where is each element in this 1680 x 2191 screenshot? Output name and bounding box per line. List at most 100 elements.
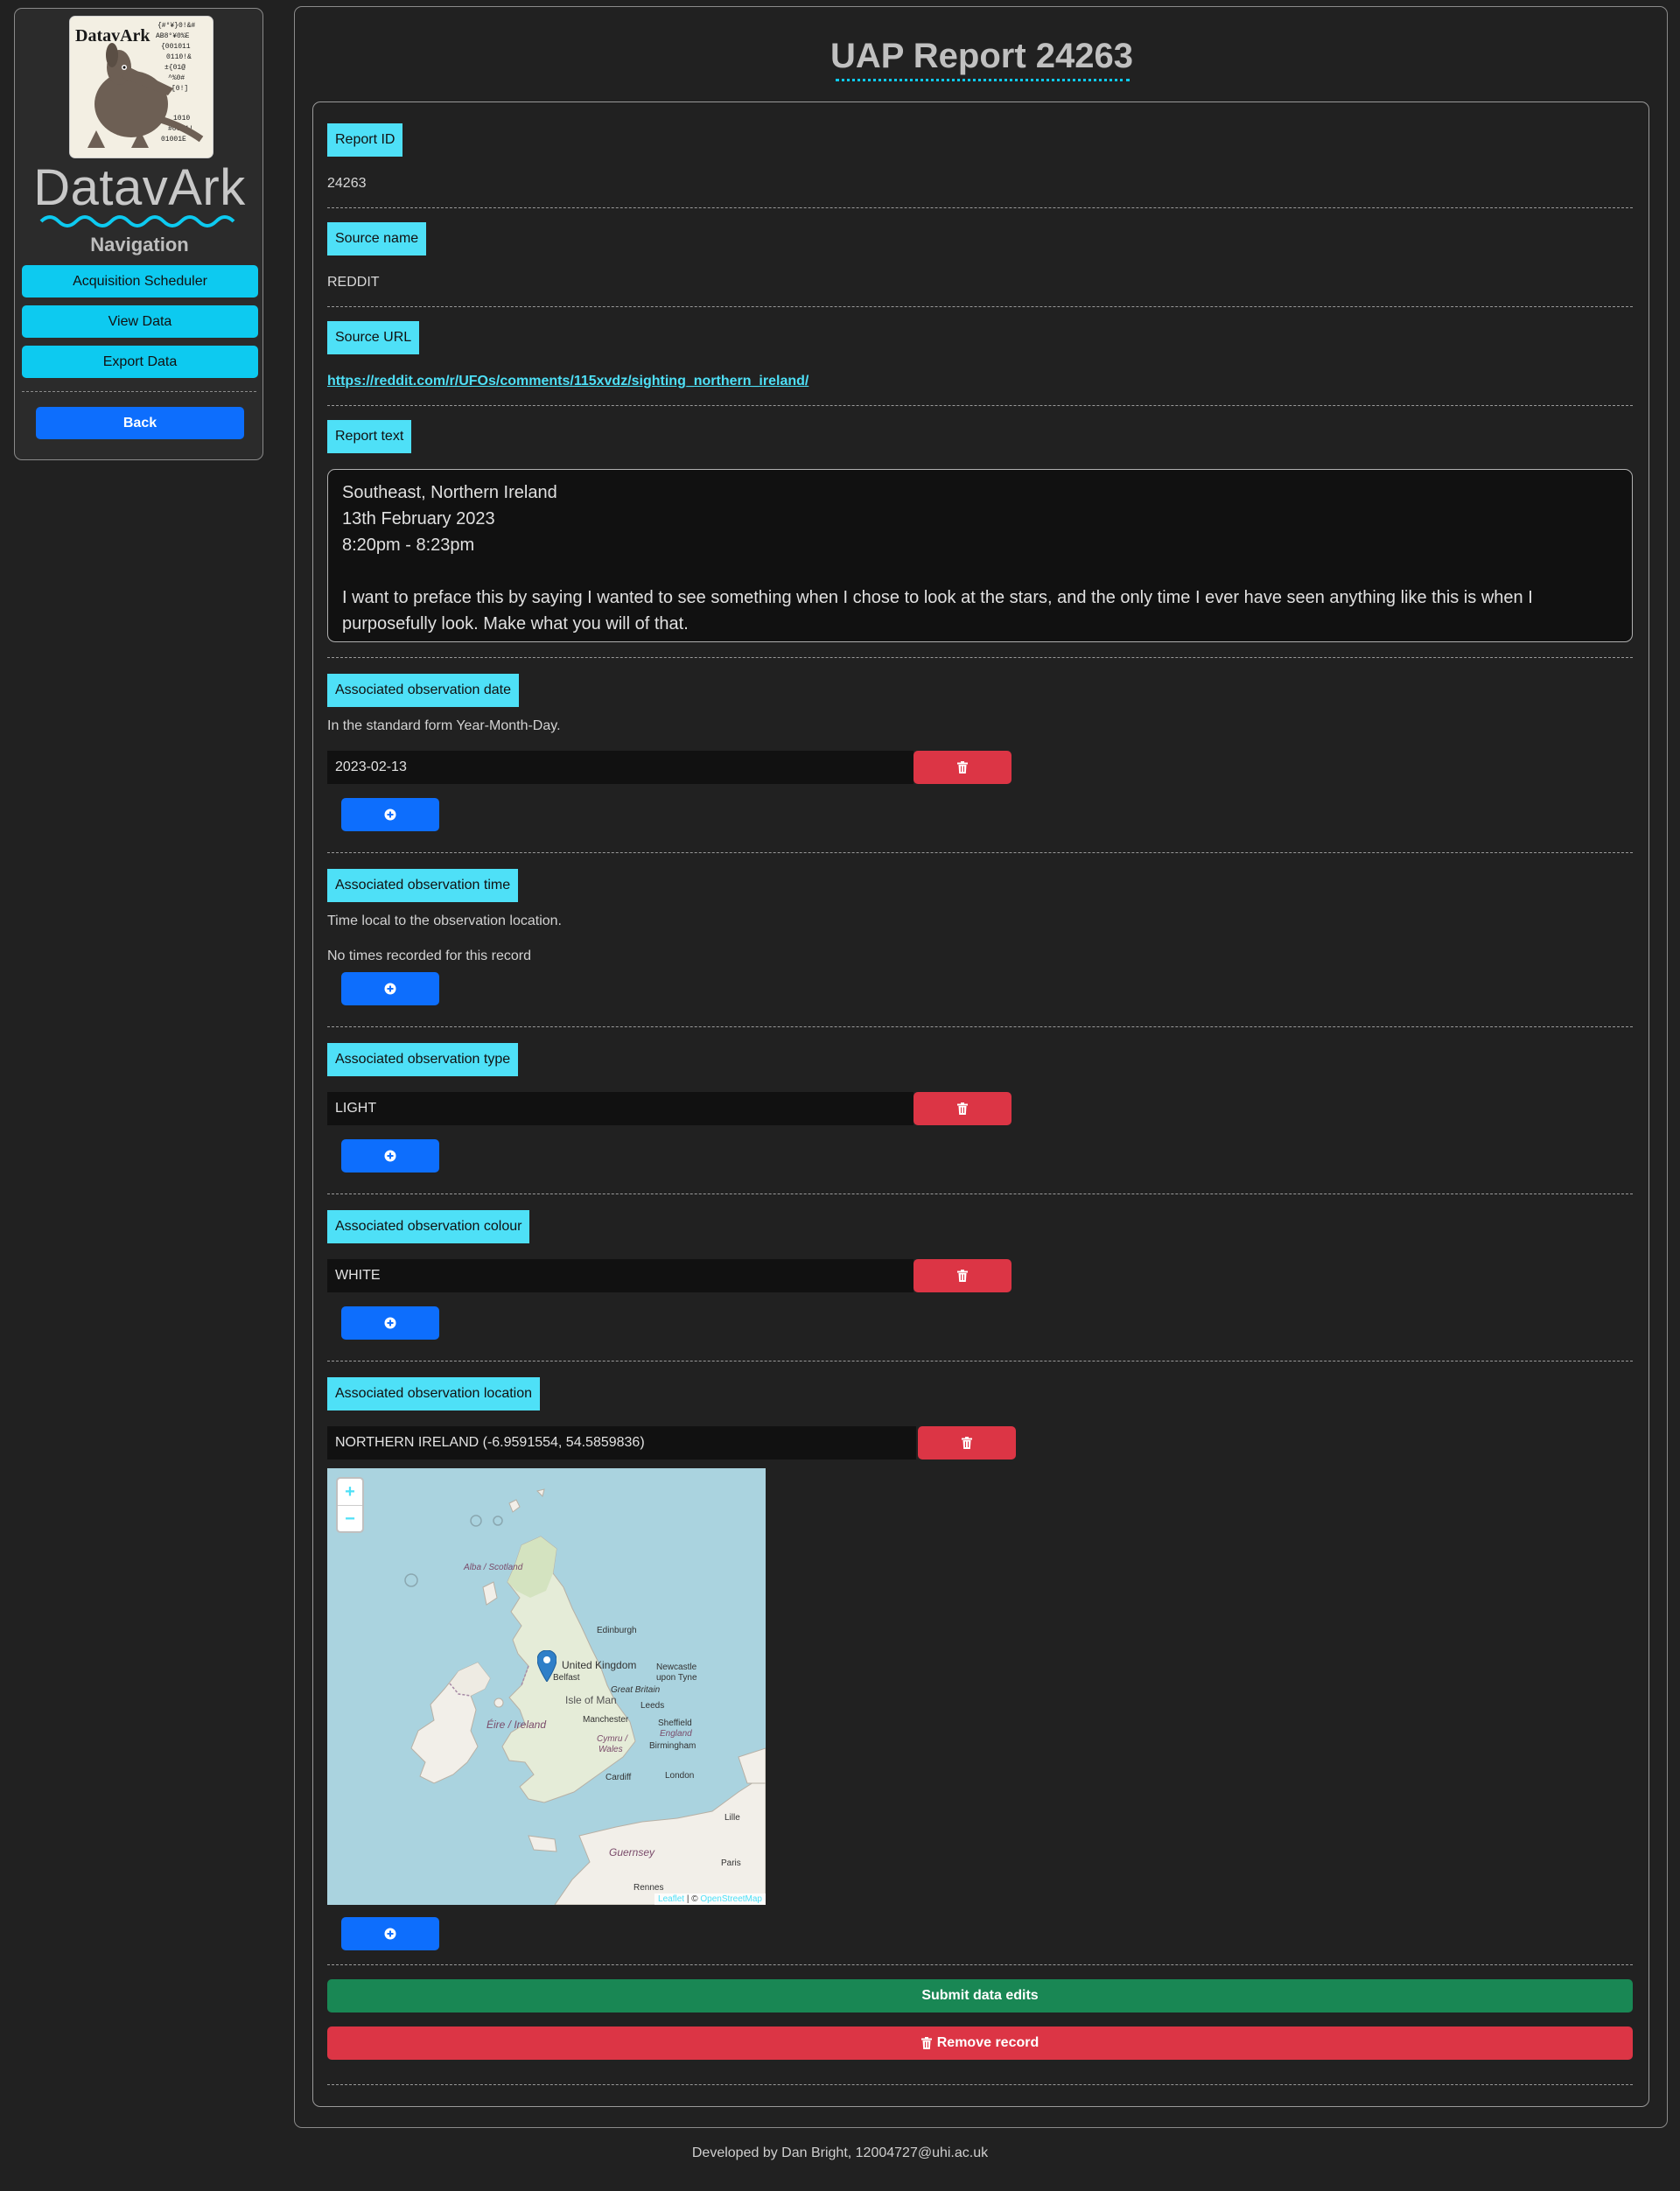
remove-record-label: Remove record	[936, 2035, 1040, 2050]
trash-icon	[957, 1102, 968, 1115]
attribution-separator: | ©	[684, 1894, 701, 1904]
map-label-cymru-line2: Wales	[598, 1745, 623, 1754]
observation-time-hint: Time local to the observation location.	[327, 914, 562, 928]
map-label-guernsey: Guernsey	[609, 1846, 655, 1858]
footer-credit: Developed by Dan Bright, 12004727@uhi.ac…	[691, 2146, 989, 2160]
map-label-lille: Lille	[724, 1813, 740, 1823]
observation-location-input[interactable]: NORTHERN IRELAND (-6.9591554, 54.5859836…	[327, 1426, 916, 1460]
add-date-button[interactable]	[341, 798, 439, 831]
report-text-area[interactable]: Southeast, Northern Ireland 13th Februar…	[327, 469, 1633, 642]
delete-colour-button[interactable]	[914, 1259, 1012, 1292]
map-label-united-kingdom: United Kingdom	[562, 1659, 637, 1671]
main-panel: UAP Report 24263 Report ID 24263 Source …	[294, 6, 1668, 2128]
trash-icon	[957, 1270, 968, 1282]
map-label-isle-of-man: Isle of Man	[565, 1694, 617, 1706]
map-label-leeds: Leeds	[640, 1701, 665, 1711]
back-button[interactable]: Back	[36, 407, 244, 439]
divider	[327, 2084, 1633, 2085]
plus-circle-icon	[384, 1928, 396, 1940]
observation-time-label: Associated observation time	[327, 869, 519, 902]
observation-location-label: Associated observation location	[327, 1377, 541, 1410]
map-tiles	[327, 1468, 766, 1905]
add-colour-button[interactable]	[341, 1306, 439, 1340]
nav-title: Navigation	[90, 234, 189, 256]
svg-text:[0!]: [0!]	[172, 85, 188, 93]
map-label-rennes: Rennes	[634, 1883, 664, 1893]
map-label-cymru-line1: Cymru /	[597, 1734, 627, 1744]
map-attribution: Leaflet | © OpenStreetMap	[654, 1894, 766, 1905]
plus-circle-icon	[384, 1317, 396, 1329]
add-type-button[interactable]	[341, 1139, 439, 1172]
plus-circle-icon	[384, 983, 396, 995]
svg-text:±{01@: ±{01@	[164, 64, 186, 72]
sidebar-divider	[22, 391, 256, 392]
submit-data-edits-button[interactable]: Submit data edits	[327, 1979, 1633, 2012]
map-label-paris: Paris	[721, 1858, 741, 1868]
trash-icon	[957, 761, 968, 774]
svg-text:^%0#: ^%0#	[168, 74, 185, 82]
remove-record-button[interactable]: Remove record	[327, 2026, 1633, 2060]
svg-text:0110!&: 0110!&	[166, 53, 192, 61]
logo-text: DatavArk	[75, 26, 150, 46]
map-label-sheffield: Sheffield	[658, 1718, 692, 1728]
map-label-manchester: Manchester	[583, 1715, 629, 1725]
source-url-link[interactable]: https://reddit.com/r/UFOs/comments/115xv…	[327, 374, 808, 389]
observation-date-hint: In the standard form Year-Month-Day.	[327, 718, 561, 733]
delete-date-button[interactable]	[914, 751, 1012, 784]
nav-view-data-button[interactable]: View Data	[22, 305, 258, 338]
source-url-label: Source URL	[327, 321, 420, 354]
trash-icon	[962, 1437, 972, 1449]
title-underline	[836, 79, 1130, 81]
delete-type-button[interactable]	[914, 1092, 1012, 1125]
location-map[interactable]: Alba / Scotland Edinburgh United Kingdom…	[327, 1468, 766, 1905]
observation-type-label: Associated observation type	[327, 1043, 519, 1076]
map-label-eire: Éire / Ireland	[486, 1718, 547, 1731]
nav-export-data-button[interactable]: Export Data	[22, 346, 258, 378]
svg-text:{001011: {001011	[161, 43, 191, 51]
delete-location-button[interactable]	[918, 1426, 1016, 1460]
svg-text:{#°¥}0!&#: {#°¥}0!&#	[158, 22, 195, 30]
map-label-england: England	[660, 1729, 692, 1739]
map-label-belfast: Belfast	[553, 1673, 580, 1683]
map-label-cardiff: Cardiff	[606, 1773, 632, 1782]
report-card: Report ID 24263 Source name REDDIT Sourc…	[312, 102, 1649, 2107]
map-zoom-in-button[interactable]: +	[338, 1479, 362, 1506]
divider	[327, 657, 1633, 658]
svg-text:01001E: 01001E	[161, 136, 186, 144]
map-label-alba: Alba / Scotland	[464, 1563, 523, 1572]
logo: DatavArk {#°¥}0!&# AB8°¥0%E {001011 0110…	[69, 16, 214, 158]
page-title: UAP Report 24263	[830, 37, 1134, 75]
svg-text:AB8°¥0%E: AB8°¥0%E	[156, 32, 190, 40]
source-name-label: Source name	[327, 222, 427, 256]
map-zoom-out-button[interactable]: −	[338, 1506, 362, 1532]
map-label-edinburgh: Edinburgh	[597, 1626, 637, 1635]
map-label-newcastle-line2: upon Tyne	[656, 1673, 697, 1683]
osm-attribution-link[interactable]: OpenStreetMap	[700, 1894, 762, 1904]
brand-title: DatavArk	[33, 159, 246, 216]
report-text-label: Report text	[327, 420, 412, 453]
map-label-great-britain: Great Britain	[611, 1685, 661, 1695]
report-id-label: Report ID	[327, 123, 403, 157]
add-location-button[interactable]	[341, 1917, 439, 1950]
report-id-value: 24263	[327, 176, 367, 191]
map-marker-icon[interactable]	[537, 1650, 556, 1682]
map-label-newcastle-line1: Newcastle	[656, 1662, 697, 1672]
map-zoom-control: + −	[336, 1477, 364, 1533]
observation-colour-label: Associated observation colour	[327, 1210, 530, 1243]
add-time-button[interactable]	[341, 972, 439, 1005]
map-label-london: London	[665, 1771, 695, 1781]
brand-wave-decoration	[39, 215, 235, 228]
map-label-birmingham: Birmingham	[649, 1741, 696, 1751]
plus-circle-icon	[384, 808, 396, 821]
observation-type-input[interactable]: LIGHT	[327, 1092, 914, 1125]
observation-time-empty: No times recorded for this record	[327, 948, 531, 963]
leaflet-attribution-link[interactable]: Leaflet	[658, 1894, 684, 1904]
divider	[327, 1361, 1633, 1362]
divider	[327, 852, 1633, 853]
observation-date-label: Associated observation date	[327, 674, 520, 707]
divider	[327, 306, 1633, 307]
observation-colour-input[interactable]: WHITE	[327, 1259, 914, 1292]
nav-acquisition-scheduler-button[interactable]: Acquisition Scheduler	[22, 265, 258, 298]
observation-date-input[interactable]: 2023-02-13	[327, 751, 914, 784]
divider	[327, 405, 1633, 406]
